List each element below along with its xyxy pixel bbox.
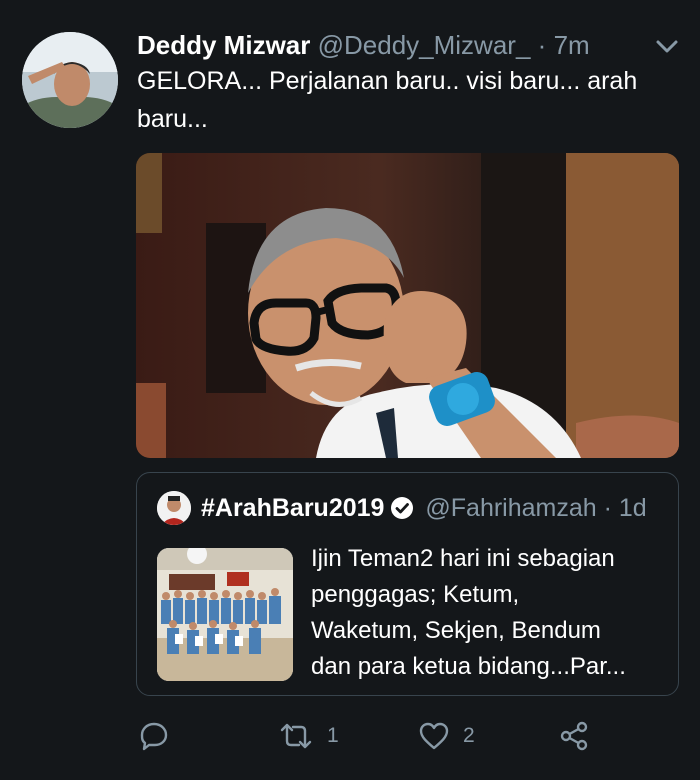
avatar[interactable]	[22, 32, 118, 128]
quoted-text-line: dan para ketua bidang...Par...	[311, 653, 626, 680]
chevron-down-icon[interactable]	[655, 36, 679, 56]
author-name[interactable]: Deddy Mizwar	[137, 30, 310, 60]
quoted-tweet[interactable]: #ArahBaru2019 @Fahrihamzah · 1d Ijin Tem…	[136, 472, 679, 696]
like-button[interactable]: 2	[419, 716, 475, 756]
retweet-count: 1	[327, 724, 339, 747]
tweet-time[interactable]: 7m	[554, 30, 590, 60]
heart-icon	[419, 722, 449, 750]
quoted-author-name[interactable]: #ArahBaru2019	[201, 494, 384, 522]
quoted-text-line: Waketum, Sekjen, Bendum	[311, 617, 601, 644]
retweet-button[interactable]: 1	[279, 716, 339, 756]
reply-button[interactable]	[139, 716, 169, 756]
verified-badge-icon	[390, 495, 414, 529]
quoted-text-line: Ijin Teman2 hari ini sebagian	[311, 545, 615, 572]
tweet-text: GELORA... Perjalanan baru.. visi baru...…	[137, 67, 638, 133]
author-handle[interactable]: @Deddy_Mizwar_	[318, 30, 531, 60]
quoted-time[interactable]: 1d	[619, 494, 647, 522]
tweet[interactable]: Deddy Mizwar @Deddy_Mizwar_ · 7m GELORA.…	[0, 0, 700, 780]
reply-icon	[139, 721, 169, 751]
tweet-header: Deddy Mizwar @Deddy_Mizwar_ · 7m	[137, 28, 657, 62]
share-button[interactable]	[559, 716, 589, 756]
tweet-photo[interactable]	[136, 153, 679, 458]
quoted-photo[interactable]	[157, 548, 293, 681]
separator-dot: ·	[603, 494, 612, 522]
quoted-text: Ijin Teman2 hari ini sebagian penggagas;…	[311, 541, 661, 685]
like-count: 2	[463, 724, 475, 747]
tweet-actions: 1 2	[137, 716, 677, 756]
share-icon	[559, 721, 589, 751]
retweet-icon	[279, 721, 313, 751]
quoted-avatar[interactable]	[157, 491, 191, 525]
separator-dot: ·	[537, 30, 547, 60]
quoted-author-handle[interactable]: @Fahrihamzah	[425, 494, 596, 522]
quoted-header: #ArahBaru2019 @Fahrihamzah · 1d	[201, 491, 647, 525]
quoted-text-line: penggagas; Ketum,	[311, 581, 520, 608]
